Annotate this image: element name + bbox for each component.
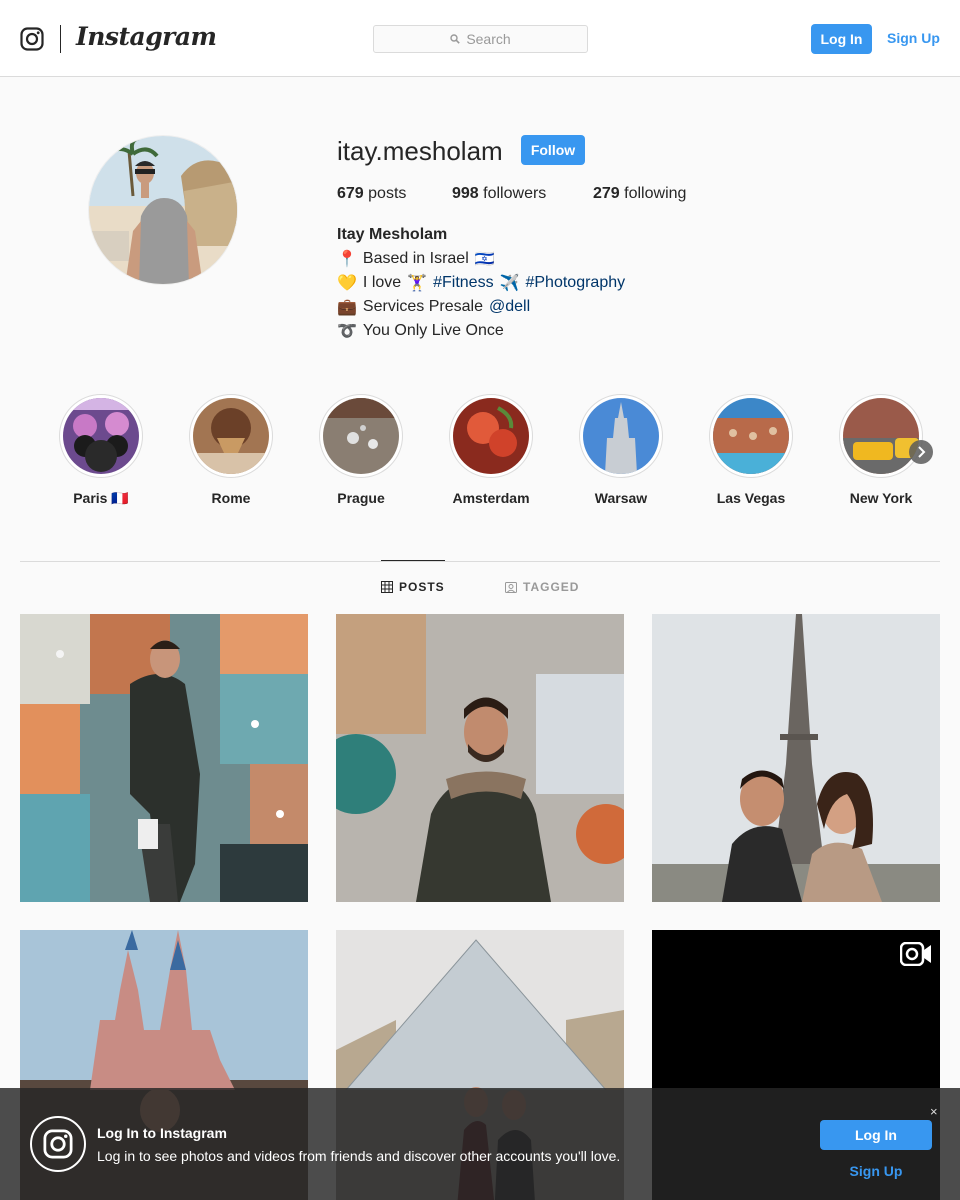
bio-love-text: I love xyxy=(362,273,402,291)
stat-following[interactable]: 279 following xyxy=(593,185,686,203)
grid-icon xyxy=(381,581,393,593)
highlight-las-vegas[interactable]: Las Vegas xyxy=(709,394,793,506)
tab-tagged[interactable]: TAGGED xyxy=(505,580,579,594)
followers-count: 998 xyxy=(452,185,479,202)
highlight-cover xyxy=(63,398,139,474)
highlight-prague[interactable]: Prague xyxy=(319,394,403,506)
highlight-cover xyxy=(713,398,789,474)
highlight-ring xyxy=(319,394,403,478)
highlight-cover xyxy=(583,398,659,474)
profile-full-name: Itay Mesholam xyxy=(337,226,448,243)
highlight-cover xyxy=(323,398,399,474)
profile-username: itay.mesholam xyxy=(337,136,503,166)
tagged-icon xyxy=(505,582,517,593)
instagram-glyph-icon[interactable] xyxy=(20,27,44,51)
banner-login-button[interactable]: Log In xyxy=(820,1120,932,1150)
close-icon[interactable]: × xyxy=(930,1104,938,1119)
followers-label: followers xyxy=(483,185,547,202)
mention-dell-link[interactable]: @dell xyxy=(489,298,530,316)
bio-work-text: Services Presale xyxy=(362,297,483,315)
follow-button[interactable]: Follow xyxy=(521,135,585,165)
pin-icon: 📍 xyxy=(337,249,357,268)
highlight-label: Prague xyxy=(337,490,385,506)
israel-flag-icon: 🇮🇱 xyxy=(474,249,495,268)
stat-followers[interactable]: 998 followers xyxy=(452,185,546,203)
highlight-label: New York xyxy=(849,490,913,506)
tab-tagged-label: TAGGED xyxy=(523,580,580,594)
logo-divider xyxy=(60,25,61,53)
search-placeholder: Search xyxy=(466,31,511,47)
highlight-label: Amsterdam xyxy=(452,490,530,506)
stat-posts: 679 posts xyxy=(337,185,406,203)
top-navigation-bar: Instagram Search Log In Sign Up xyxy=(0,0,960,77)
posts-count: 679 xyxy=(337,185,364,202)
instagram-logo-icon xyxy=(30,1116,86,1172)
tab-posts-label: POSTS xyxy=(399,580,445,594)
bio-line-work: 💼 Services Presale @dell xyxy=(337,297,530,316)
highlight-ring xyxy=(579,394,663,478)
search-input[interactable]: Search xyxy=(373,25,588,53)
bio-location-text: Based in Israel xyxy=(362,249,469,267)
bio-line-interests: 💛 I love 🏋️‍♀️ #Fitness ✈️ #Photography xyxy=(337,273,625,292)
highlight-paris[interactable]: Paris 🇫🇷 xyxy=(59,394,143,506)
instagram-wordmark[interactable]: Instagram xyxy=(76,22,217,51)
active-tab-indicator xyxy=(381,560,445,561)
highlights-next-button[interactable] xyxy=(909,440,933,464)
post-thumbnail[interactable] xyxy=(336,614,624,902)
highlight-warsaw[interactable]: Warsaw xyxy=(579,394,663,506)
post-thumbnail[interactable] xyxy=(652,614,940,902)
following-count: 279 xyxy=(593,185,620,202)
bio-motto-text: You Only Live Once xyxy=(362,321,504,339)
highlight-label: Warsaw xyxy=(594,490,648,506)
highlight-rome[interactable]: Rome xyxy=(189,394,273,506)
highlight-new-york[interactable]: New York xyxy=(839,394,923,506)
chevron-right-icon xyxy=(918,446,926,458)
profile-avatar[interactable] xyxy=(88,135,238,285)
highlight-amsterdam[interactable]: Amsterdam xyxy=(449,394,533,506)
post-thumbnail[interactable] xyxy=(20,614,308,902)
following-label: following xyxy=(624,185,687,202)
tab-posts[interactable]: POSTS xyxy=(381,580,445,594)
highlight-ring xyxy=(189,394,273,478)
highlight-cover xyxy=(193,398,269,474)
signup-link[interactable]: Sign Up xyxy=(887,30,940,46)
banner-description: Log in to see photos and videos from fri… xyxy=(97,1148,621,1164)
highlight-cover xyxy=(453,398,529,474)
login-banner: Log In to Instagram Log in to see photos… xyxy=(0,1088,960,1200)
highlight-ring xyxy=(59,394,143,478)
briefcase-icon: 💼 xyxy=(337,297,357,316)
search-icon xyxy=(450,34,461,44)
bio-line-motto: ➰ You Only Live Once xyxy=(337,321,504,340)
highlight-label: Las Vegas xyxy=(716,490,786,506)
highlight-cover xyxy=(843,398,919,474)
airplane-icon: ✈️ xyxy=(499,273,520,292)
hashtag-fitness-link[interactable]: #Fitness xyxy=(433,274,493,292)
video-camera-icon xyxy=(900,942,931,966)
highlight-ring xyxy=(839,394,923,478)
login-button[interactable]: Log In xyxy=(811,24,872,54)
hashtag-photography-link[interactable]: #Photography xyxy=(525,274,625,292)
highlight-ring xyxy=(449,394,533,478)
tabs-divider xyxy=(20,561,940,562)
yellow-heart-icon: 💛 xyxy=(337,273,357,292)
highlight-label: Paris 🇫🇷 xyxy=(73,490,129,506)
highlight-ring xyxy=(709,394,793,478)
posts-label: posts xyxy=(368,185,407,202)
weightlifter-icon: 🏋️‍♀️ xyxy=(407,273,428,292)
highlight-label: Rome xyxy=(211,490,251,506)
banner-signup-link[interactable]: Sign Up xyxy=(820,1163,932,1179)
banner-title: Log In to Instagram xyxy=(97,1125,227,1141)
bio-line-location: 📍 Based in Israel 🇮🇱 xyxy=(337,249,495,268)
curly-loop-icon: ➰ xyxy=(337,321,357,340)
